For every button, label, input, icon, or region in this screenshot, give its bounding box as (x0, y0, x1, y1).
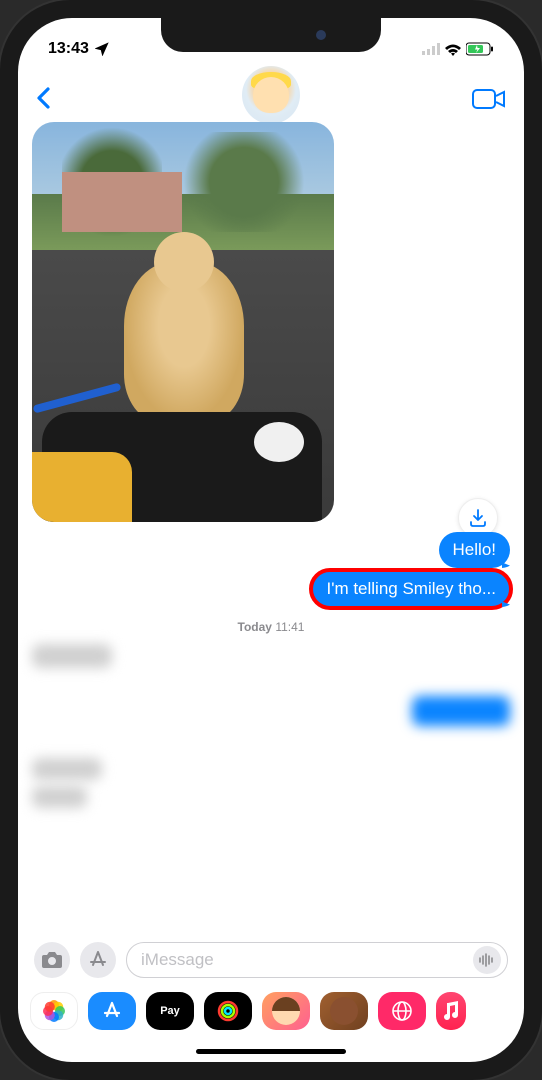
message-input-container[interactable] (126, 942, 508, 978)
conversation-header: Isaac 〉 (18, 66, 524, 118)
battery-icon (466, 42, 494, 56)
location-arrow-icon (95, 42, 109, 56)
message-text: I'm telling Smiley tho... (326, 579, 496, 598)
sent-message[interactable]: Hello! (439, 532, 510, 568)
camera-button[interactable] (34, 942, 70, 978)
redacted-received-message (32, 644, 112, 668)
redacted-received-message (32, 758, 102, 780)
back-button[interactable] (36, 72, 51, 110)
imessage-appstore-icon[interactable] (88, 992, 136, 1030)
timestamp-separator: Today 11:41 (32, 620, 510, 634)
wifi-icon (444, 43, 462, 56)
app-store-button[interactable] (80, 942, 116, 978)
redacted-received-message (32, 786, 87, 808)
digital-touch-icon[interactable] (378, 992, 426, 1030)
sent-message-highlighted[interactable]: I'm telling Smiley tho... (312, 571, 510, 607)
memoji-app-icon[interactable] (262, 992, 310, 1030)
animoji-app-icon[interactable] (320, 992, 368, 1030)
notch (161, 18, 381, 52)
home-indicator[interactable] (196, 1049, 346, 1054)
app-drawer[interactable]: Pay (18, 986, 524, 1040)
message-list[interactable]: Hello! I'm telling Smiley tho... Today 1… (18, 118, 524, 934)
audio-message-button[interactable] (473, 946, 501, 974)
status-time: 13:43 (48, 40, 89, 58)
received-photo-message[interactable] (32, 122, 334, 522)
message-text: Hello! (453, 540, 496, 559)
phone-frame: 13:43 (0, 0, 542, 1080)
photos-app-icon[interactable] (30, 992, 78, 1030)
apple-pay-icon[interactable]: Pay (146, 992, 194, 1030)
redacted-sent-message (412, 696, 510, 726)
contact-avatar (242, 66, 300, 124)
facetime-button[interactable] (472, 72, 506, 110)
compose-bar (18, 934, 524, 986)
cellular-icon (422, 43, 440, 55)
fitness-app-icon[interactable] (204, 992, 252, 1030)
music-app-icon[interactable] (436, 992, 466, 1030)
message-input[interactable] (141, 950, 473, 970)
